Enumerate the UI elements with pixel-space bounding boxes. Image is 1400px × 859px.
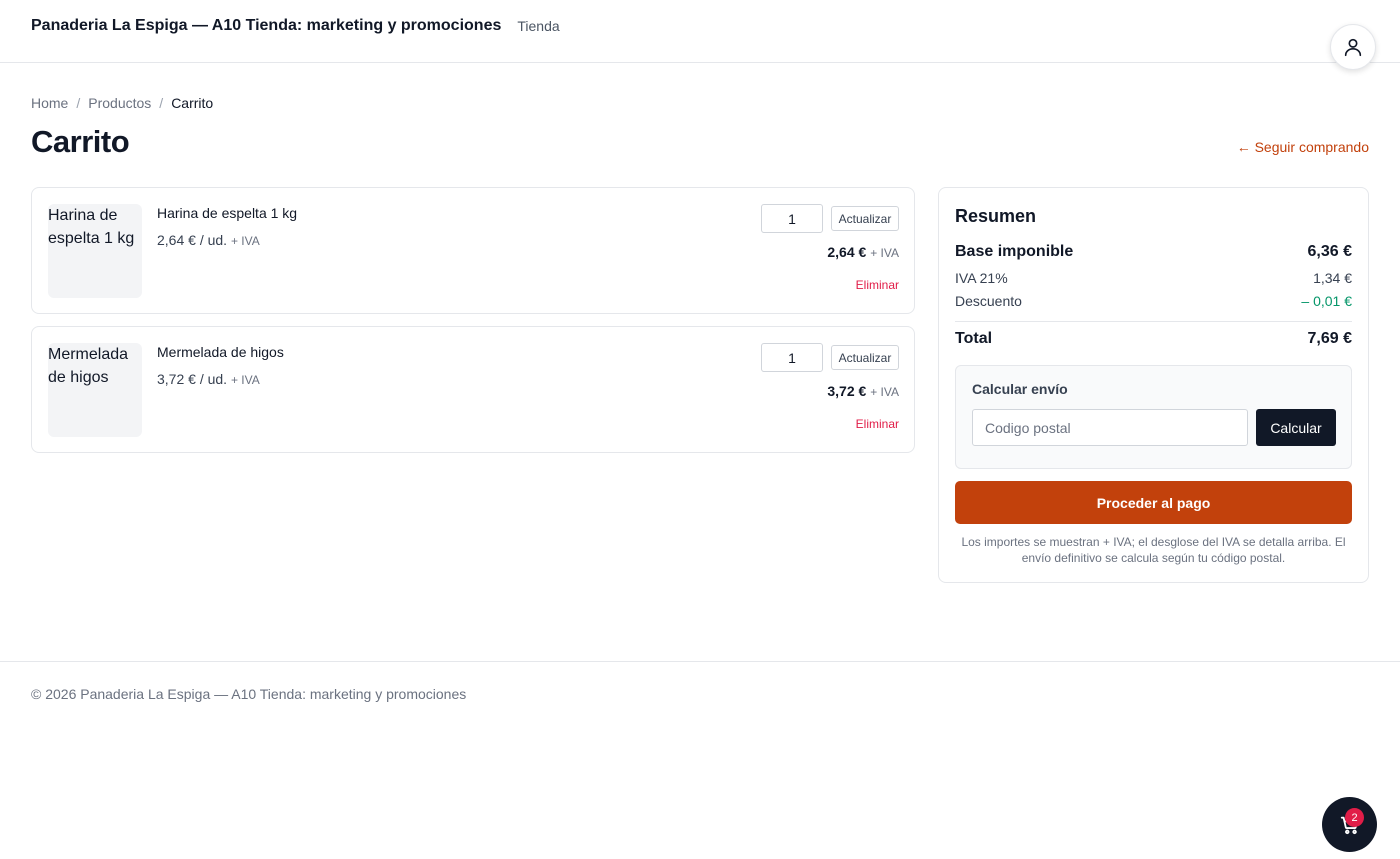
line-total: 2,64 € + IVA bbox=[827, 244, 899, 260]
iva-suffix: + IVA bbox=[230, 234, 260, 248]
summary-note: Los importes se muestran + IVA; el desgl… bbox=[961, 535, 1346, 565]
cart-count-badge: 2 bbox=[1345, 808, 1364, 827]
base-value: 6,36 € bbox=[1307, 243, 1352, 260]
footer-text: © 2026 Panaderia La Espiga — A10 Tienda:… bbox=[31, 686, 467, 702]
quantity-input[interactable] bbox=[761, 204, 823, 233]
update-button[interactable]: Actualizar bbox=[831, 206, 899, 231]
line-total-value: 2,64 € bbox=[827, 244, 867, 260]
base-row: Base imponible 6,36 € bbox=[955, 243, 1352, 261]
iva-row: IVA 21% 1,34 € bbox=[955, 270, 1352, 286]
nav-link-tienda[interactable]: Tienda bbox=[517, 18, 559, 34]
product-name: Harina de espelta 1 kg bbox=[157, 205, 298, 221]
breadcrumb-separator: / bbox=[76, 95, 81, 111]
site-header: Panaderia La Espiga — A10 Tienda: market… bbox=[0, 0, 1400, 63]
iva-suffix: + IVA bbox=[230, 373, 260, 387]
line-total: 3,72 € + IVA bbox=[827, 383, 899, 399]
shipping-title: Calcular envío bbox=[972, 381, 1068, 397]
base-label: Base imponible bbox=[955, 243, 1074, 260]
breadcrumb: Home / Productos / Carrito bbox=[31, 95, 213, 111]
calculate-shipping-button[interactable]: Calcular bbox=[1256, 409, 1336, 446]
update-button[interactable]: Actualizar bbox=[831, 345, 899, 370]
total-row: Total 7,69 € bbox=[955, 330, 1352, 348]
cart-item: Mermelada de higos Mermelada de higos 3,… bbox=[31, 326, 915, 453]
remove-item-link[interactable]: Eliminar bbox=[856, 417, 899, 431]
shipping-calculator: Calcular envío Calcular bbox=[955, 365, 1352, 469]
breadcrumb-productos[interactable]: Productos bbox=[88, 95, 151, 111]
iva-suffix: + IVA bbox=[870, 246, 899, 260]
breadcrumb-current: Carrito bbox=[171, 95, 214, 111]
breadcrumb-home[interactable]: Home bbox=[31, 95, 68, 111]
breadcrumb-separator: / bbox=[159, 95, 164, 111]
quantity-input[interactable] bbox=[761, 343, 823, 372]
summary-divider bbox=[955, 321, 1352, 322]
remove-item-link[interactable]: Eliminar bbox=[856, 278, 899, 292]
continue-shopping-link[interactable]: ← Seguir comprando bbox=[1237, 139, 1369, 155]
product-image: Harina de espelta 1 kg bbox=[48, 204, 142, 298]
cart-item: Harina de espelta 1 kg Harina de espelta… bbox=[31, 187, 915, 314]
iva-suffix: + IVA bbox=[870, 385, 899, 399]
checkout-button[interactable]: Proceder al pago bbox=[955, 481, 1352, 524]
iva-value: 1,34 € bbox=[1313, 270, 1352, 286]
page-title: Carrito bbox=[31, 124, 130, 159]
discount-row: Descuento – 0,01 € bbox=[955, 293, 1352, 309]
product-name: Mermelada de higos bbox=[157, 344, 284, 360]
unit-price-value: 3,72 € / ud. bbox=[157, 371, 228, 387]
line-total-value: 3,72 € bbox=[827, 383, 867, 399]
unit-price: 2,64 € / ud. + IVA bbox=[157, 232, 260, 248]
postal-code-input[interactable] bbox=[972, 409, 1248, 446]
discount-value: – 0,01 € bbox=[1301, 293, 1352, 309]
user-icon bbox=[1344, 38, 1362, 57]
site-footer: © 2026 Panaderia La Espiga — A10 Tienda:… bbox=[0, 661, 1400, 726]
order-summary: Resumen Base imponible 6,36 € IVA 21% 1,… bbox=[938, 187, 1369, 583]
total-label: Total bbox=[955, 330, 993, 347]
unit-price-value: 2,64 € / ud. bbox=[157, 232, 228, 248]
discount-label: Descuento bbox=[955, 293, 1022, 309]
summary-title: Resumen bbox=[955, 206, 1037, 226]
cart-items-list: Harina de espelta 1 kg Harina de espelta… bbox=[31, 187, 915, 465]
account-button[interactable] bbox=[1330, 24, 1376, 70]
brand-title[interactable]: Panaderia La Espiga — A10 Tienda: market… bbox=[31, 17, 501, 35]
unit-price: 3,72 € / ud. + IVA bbox=[157, 371, 260, 387]
product-image: Mermelada de higos bbox=[48, 343, 142, 437]
total-value: 7,69 € bbox=[1307, 330, 1352, 347]
iva-label: IVA 21% bbox=[955, 270, 1008, 286]
